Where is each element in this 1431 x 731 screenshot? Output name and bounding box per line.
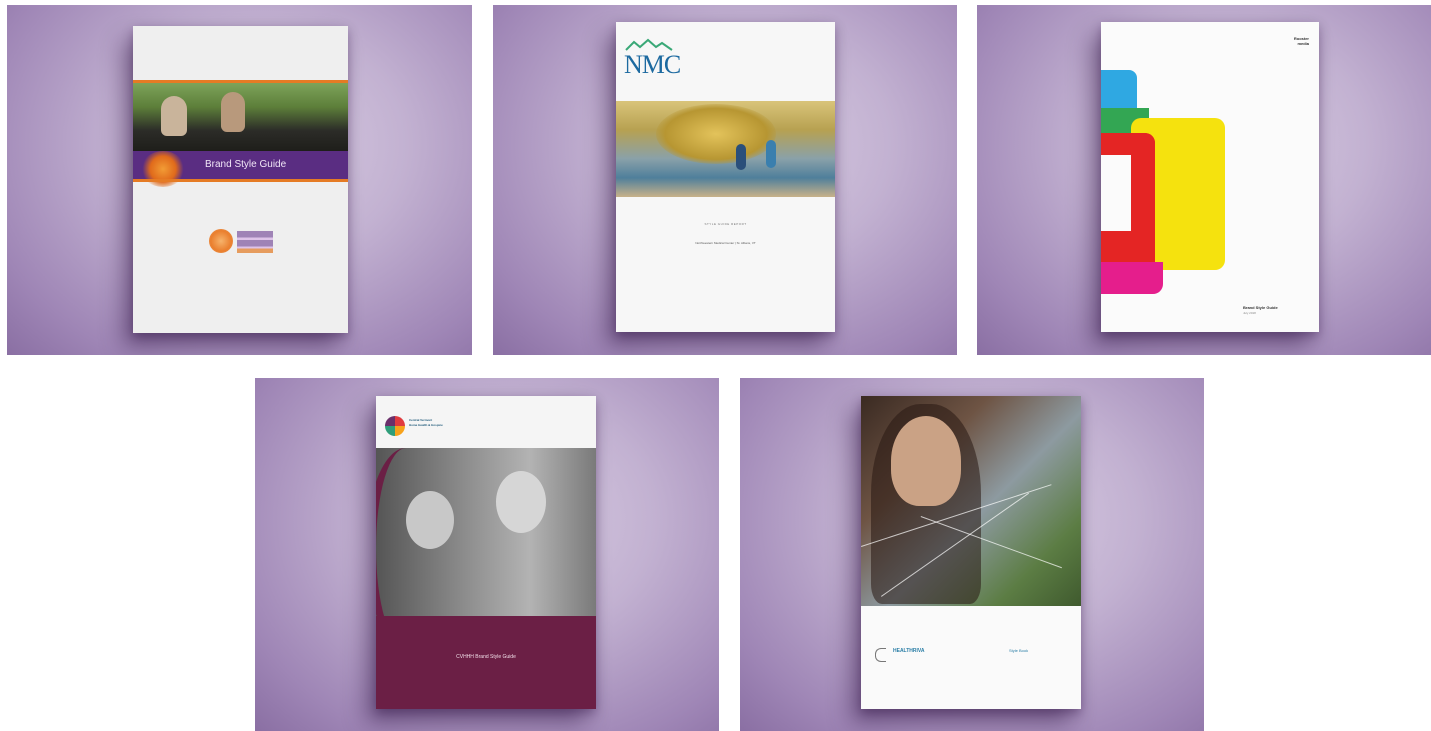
gallery-tile-3[interactable]: Rooster media Brand Style Guide July 201…: [977, 5, 1431, 355]
accent-line: [133, 179, 348, 182]
gallery-tile-1[interactable]: Brand Style Guide: [7, 5, 472, 355]
brand-name: HEALTHRIVA: [893, 648, 925, 654]
color-block-magenta: [1101, 262, 1163, 294]
cover-title: Brand Style Guide: [1243, 305, 1278, 310]
org-name: Central Vermont Home Health & Hospice: [409, 418, 443, 427]
person-figure: [496, 471, 546, 533]
brochure-cover: HEALTHRIVA Style Book: [861, 396, 1081, 709]
title-band: [376, 616, 596, 709]
person-figure: [161, 96, 187, 136]
tree-shape: [656, 104, 776, 164]
cover-date: July 2018: [1243, 311, 1256, 315]
brochure-cover: NMC STYLE GUIDE REPORT Northwestern Medi…: [616, 22, 835, 332]
corner-logo: Rooster media: [1293, 36, 1309, 46]
cover-tagline: Northwestern Medical Center | St. Albans…: [695, 241, 756, 245]
color-block-blue: [1101, 70, 1137, 110]
runner-figure: [736, 144, 746, 170]
gallery-tile-2[interactable]: NMC STYLE GUIDE REPORT Northwestern Medi…: [493, 5, 957, 355]
brand-wordmark: [237, 231, 273, 253]
cover-subtitle: STYLE GUIDE REPORT: [704, 222, 747, 226]
color-block-red: [1101, 231, 1155, 263]
person-figure: [891, 416, 961, 506]
brand-logo-icon: [875, 648, 886, 662]
person-figure: [221, 92, 245, 132]
brochure-cover: Central Vermont Home Health & Hospice CV…: [376, 396, 596, 709]
org-logo-icon: [385, 416, 405, 436]
gallery-tile-5[interactable]: HEALTHRIVA Style Book: [740, 378, 1204, 731]
cover-title: Brand Style Guide: [205, 159, 287, 170]
gallery-tile-4[interactable]: Central Vermont Home Health & Hospice CV…: [255, 378, 719, 731]
cover-title: Style Book: [1009, 648, 1029, 653]
brochure-cover: Rooster media Brand Style Guide July 201…: [1101, 22, 1319, 332]
runner-figure: [766, 140, 776, 168]
cover-title: CVHHH Brand Style Guide: [456, 654, 516, 660]
brochure-cover: Brand Style Guide: [133, 26, 348, 333]
brand-logo-icon: [209, 229, 233, 253]
nmc-logo: NMC: [624, 50, 681, 79]
